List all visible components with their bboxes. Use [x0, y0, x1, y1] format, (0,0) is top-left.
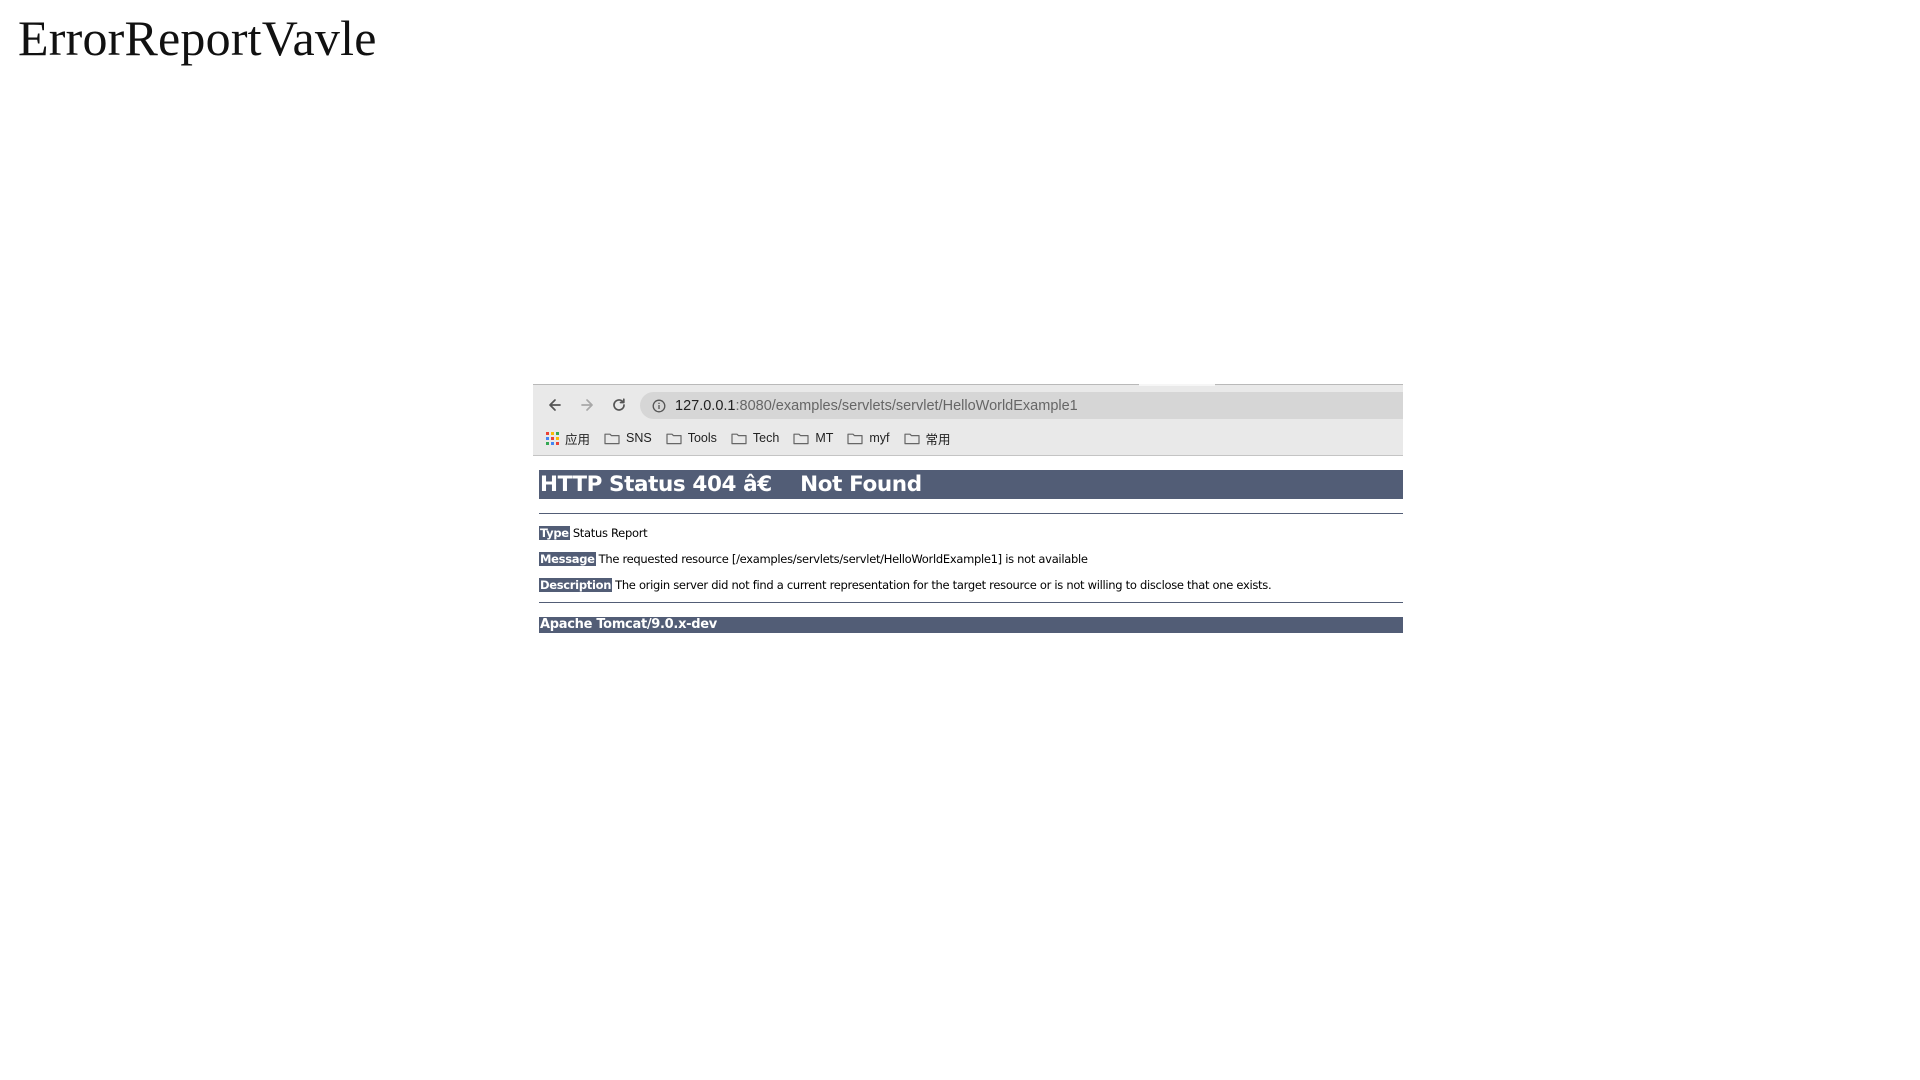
folder-icon: [666, 433, 682, 444]
slide: ErrorReportVavle 127.0.0.1:8080/examples…: [0, 0, 1920, 1080]
bookmark-label: SNS: [626, 431, 652, 445]
forward-button[interactable]: [575, 393, 599, 417]
row-value: The requested resource [/examples/servle…: [598, 552, 1088, 566]
error-heading: HTTP Status 404 â€ Not Found: [539, 470, 1403, 499]
error-row-description: Description The origin server did not fin…: [539, 577, 1403, 593]
folder-icon: [604, 433, 620, 444]
slide-title: ErrorReportVavle: [18, 10, 377, 66]
arrow-right-icon: [581, 399, 593, 411]
bookmark-label: Tech: [752, 431, 780, 445]
arrow-left-icon: [549, 399, 561, 411]
browser-screenshot: 127.0.0.1:8080/examples/servlets/servlet…: [533, 384, 1403, 640]
bookmark-apps[interactable]: 应用: [546, 429, 590, 448]
bookmark-folder-sns[interactable]: SNS: [604, 431, 652, 445]
row-label: Description: [539, 578, 613, 592]
bookmark-folder-tech[interactable]: Tech: [731, 431, 779, 445]
error-row-type: Type Status Report: [539, 525, 1403, 541]
folder-icon: [903, 433, 920, 444]
folder-icon: [847, 433, 863, 444]
row-value: Status Report: [572, 526, 648, 540]
row-label: Type: [539, 526, 570, 540]
bookmark-folder-tools[interactable]: Tools: [666, 431, 717, 445]
row-label: Message: [539, 552, 596, 566]
error-page: HTTP Status 404 â€ Not Found Type Status …: [539, 470, 1403, 633]
reload-icon: [613, 398, 625, 411]
folder-icon: [793, 433, 809, 444]
tab-edge: [1139, 384, 1215, 386]
bookmark-folder-common[interactable]: 常用: [903, 429, 951, 448]
bookmark-label: myf: [869, 431, 890, 445]
url-host: 127.0.0.1: [675, 397, 736, 414]
bookmark-label: 应用: [565, 432, 591, 447]
divider: [539, 602, 1403, 603]
bookmark-label: 常用: [925, 432, 951, 447]
bookmark-label: Tools: [687, 431, 717, 445]
url-text[interactable]: 127.0.0.1:8080/examples/servlets/servlet…: [675, 398, 1078, 414]
divider: [539, 513, 1403, 514]
bookmarks-bar: 应用 SNS Tools Tech MT myf 常用: [533, 425, 1403, 451]
info-icon[interactable]: [652, 399, 666, 413]
address-bar[interactable]: 127.0.0.1:8080/examples/servlets/servlet…: [640, 392, 1403, 419]
back-button[interactable]: [543, 393, 567, 417]
bookmark-folder-mt[interactable]: MT: [793, 431, 833, 445]
folder-icon: [731, 433, 747, 444]
row-value: The origin server did not find a current…: [615, 578, 1272, 592]
bookmark-label: MT: [815, 431, 834, 445]
url-path: :8080/examples/servlets/servlet/HelloWor…: [735, 397, 1078, 414]
server-footer: Apache Tomcat/9.0.x-dev: [539, 617, 1403, 633]
bookmark-folder-myf[interactable]: myf: [847, 431, 890, 445]
error-row-message: Message The requested resource [/examples…: [539, 551, 1403, 567]
browser-toolbar: 127.0.0.1:8080/examples/servlets/servlet…: [533, 384, 1403, 456]
apps-grid-icon: [546, 431, 559, 445]
reload-button[interactable]: [607, 393, 631, 417]
